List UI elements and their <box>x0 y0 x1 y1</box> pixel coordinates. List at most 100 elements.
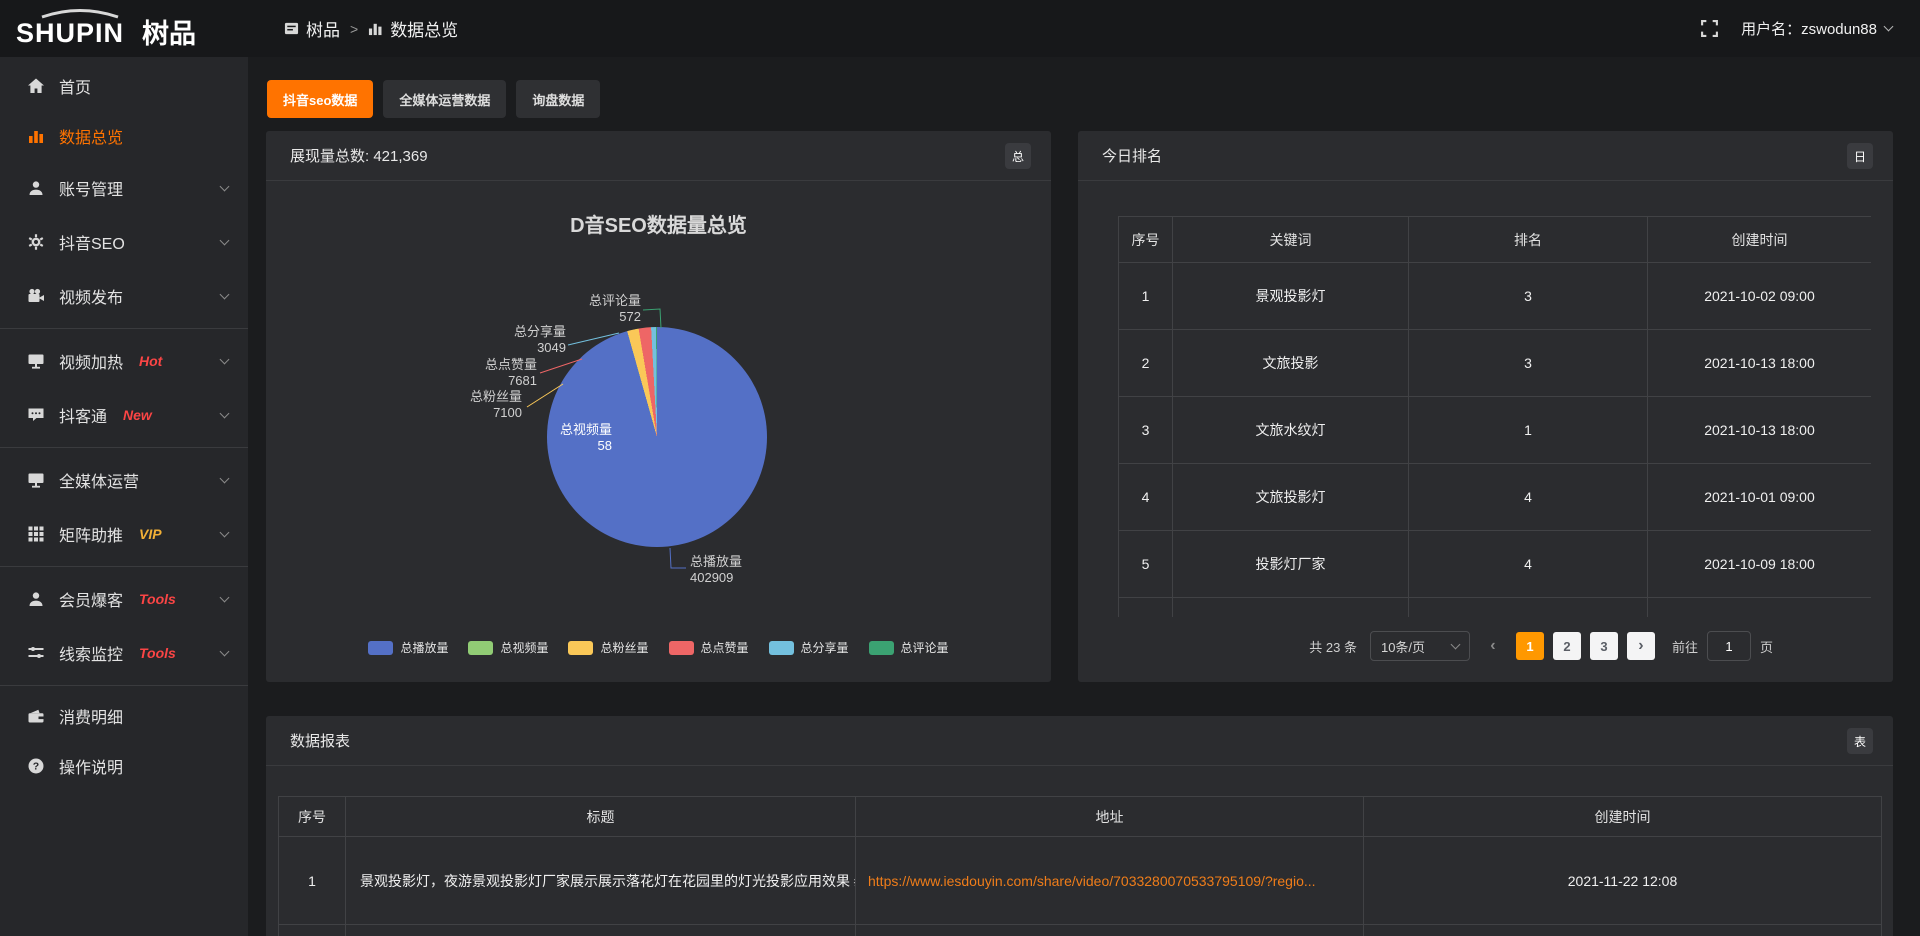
table-row[interactable]: 1景观投影灯32021-10-02 09:00 <box>1119 263 1872 330</box>
col-rank: 排名 <box>1409 217 1648 263</box>
sidebar-divider <box>0 685 248 686</box>
breadcrumb-root[interactable]: 树品 <box>284 16 340 41</box>
legend-item-fans[interactable]: 总粉丝量 <box>568 639 648 656</box>
sidebar-item-home[interactable]: 首页 <box>0 61 248 111</box>
page-button-2[interactable]: 2 <box>1553 632 1581 660</box>
sidebar-item-matrix-boost[interactable]: 矩阵助推 VIP <box>0 507 248 561</box>
page-button-1[interactable]: 1 <box>1516 632 1544 660</box>
doc-icon <box>284 21 299 36</box>
fullscreen-icon[interactable] <box>1700 19 1719 38</box>
goto-label: 前往 <box>1672 637 1698 656</box>
overview-panel-header: 展现量总数: 421,369 总 <box>266 131 1051 181</box>
pagination-total: 共 23 条 <box>1309 637 1357 656</box>
table-header-row: 序号 关键词 排名 创建时间 <box>1119 217 1872 263</box>
monitor-icon <box>26 352 45 371</box>
legend-swatch <box>769 641 794 655</box>
goto-page-input[interactable] <box>1707 631 1751 661</box>
legend-swatch <box>368 641 393 655</box>
legend-item-likes[interactable]: 总点赞量 <box>669 639 749 656</box>
breadcrumb-separator: > <box>350 21 358 37</box>
sidebar-item-clue-monitor[interactable]: 线索监控 Tools <box>0 626 248 680</box>
svg-text:?: ? <box>32 761 38 773</box>
table-row[interactable]: 2文旅投影32021-10-13 18:00 <box>1119 330 1872 397</box>
legend-swatch <box>568 641 593 655</box>
pie-label-shares: 总分享量3049 <box>466 324 566 356</box>
report-table: 序号 标题 地址 创建时间 1 景观投影灯，夜游景观投影灯厂家展示展示落花灯在花… <box>278 796 1881 936</box>
grid-icon <box>26 525 45 544</box>
sidebar-item-video-heat[interactable]: 视频加热 Hot <box>0 334 248 388</box>
col-created: 创建时间 <box>1364 797 1882 837</box>
chevron-down-icon <box>220 527 230 537</box>
chart-legend: 总播放量 总视频量 总粉丝量 总点赞量 总分享量 总评论量 <box>266 639 1051 656</box>
legend-item-videos[interactable]: 总视频量 <box>468 639 548 656</box>
col-keyword: 关键词 <box>1173 217 1409 263</box>
next-page-button[interactable]: › <box>1627 632 1655 660</box>
sidebar-item-data-overview[interactable]: 数据总览 <box>0 111 248 161</box>
table-row[interactable]: 1 景观投影灯，夜游景观投影灯厂家展示展示落花灯在花园里的灯光投影应用效果 # … <box>279 837 1882 925</box>
chevron-down-icon <box>1884 22 1894 32</box>
user-icon <box>26 590 45 609</box>
video-link[interactable]: https://www.iesdouyin.com/share/video/70… <box>856 837 1364 925</box>
ranking-panel: 今日排名 日 序号 关键词 排名 创建时间 1景观投影灯32021-10-02 … <box>1078 131 1893 682</box>
pie-label-fans: 总粉丝量7100 <box>422 389 522 421</box>
prev-page-button[interactable]: ‹ <box>1479 632 1507 660</box>
report-title: 数据报表 <box>290 730 350 751</box>
user-menu[interactable]: 用户名：zswodun88 <box>1741 18 1892 39</box>
report-panel-header: 数据报表 表 <box>266 716 1893 766</box>
breadcrumb: 树品 > 数据总览 <box>284 0 458 57</box>
page-size-select[interactable]: 10条/页 <box>1370 631 1470 661</box>
day-view-button[interactable]: 日 <box>1847 143 1873 169</box>
tools-badge: Tools <box>139 645 176 661</box>
legend-item-plays[interactable]: 总播放量 <box>368 639 448 656</box>
sidebar-divider <box>0 328 248 329</box>
sliders-icon <box>26 644 45 663</box>
chevron-down-icon <box>220 408 230 418</box>
col-index: 序号 <box>279 797 346 837</box>
tab-inquiry-data[interactable]: 询盘数据 <box>516 80 600 118</box>
sidebar-item-member[interactable]: 会员爆客 Tools <box>0 572 248 626</box>
sidebar-item-douketong[interactable]: 抖客通 New <box>0 388 248 442</box>
legend-item-comments[interactable]: 总评论量 <box>869 639 949 656</box>
video-title: 景观投影灯，夜游景观投影灯厂家展示展示落花灯在花园里的灯光投影应用效果 # <box>346 837 856 925</box>
chat-bubble-icon <box>26 406 45 425</box>
breadcrumb-current-label: 数据总览 <box>390 16 458 41</box>
breadcrumb-current[interactable]: 数据总览 <box>368 16 458 41</box>
breadcrumb-root-label: 树品 <box>306 16 340 41</box>
sidebar-item-consumption[interactable]: 消费明细 <box>0 691 248 741</box>
total-view-button[interactable]: 总 <box>1005 143 1031 169</box>
movie-camera-icon <box>26 287 45 306</box>
ranking-title: 今日排名 <box>1102 145 1162 166</box>
table-row[interactable]: 4文旅投影灯42021-10-01 09:00 <box>1119 464 1872 531</box>
sidebar-divider <box>0 566 248 567</box>
logo-arc <box>42 11 118 18</box>
ranking-panel-header: 今日排名 日 <box>1078 131 1893 181</box>
pie-leader-lines <box>266 181 1051 682</box>
legend-item-shares[interactable]: 总分享量 <box>769 639 849 656</box>
table-row[interactable]: 3文旅水纹灯12021-10-13 18:00 <box>1119 397 1872 464</box>
table-header-row: 序号 标题 地址 创建时间 <box>279 797 1882 837</box>
page-button-3[interactable]: 3 <box>1590 632 1618 660</box>
shupin-logo[interactable]: SHUPIN 树品 <box>14 8 248 50</box>
chevron-down-icon <box>220 289 230 299</box>
chevron-down-icon <box>220 181 230 191</box>
tab-media-ops-data[interactable]: 全媒体运营数据 <box>383 80 506 118</box>
bar-chart-icon <box>26 127 45 146</box>
pagination: 共 23 条 10条/页 ‹ 1 2 3 › 前往 页 <box>1309 631 1773 661</box>
chevron-down-icon <box>220 646 230 656</box>
table-view-button[interactable]: 表 <box>1847 728 1873 754</box>
pie-label-plays: 总播放量402909 <box>690 554 790 586</box>
ranking-table: 序号 关键词 排名 创建时间 1景观投影灯32021-10-02 09:00 2… <box>1118 216 1871 617</box>
tab-douyin-seo-data[interactable]: 抖音seo数据 <box>267 80 373 118</box>
sidebar-item-douyin-seo[interactable]: 抖音SEO <box>0 215 248 269</box>
sidebar-item-video-publish[interactable]: 视频发布 <box>0 269 248 323</box>
impressions-total: 展现量总数: 421,369 <box>290 145 428 166</box>
topbar: SHUPIN 树品 树品 > 数据总览 用户名：zswodun88 <box>0 0 1920 57</box>
col-index: 序号 <box>1119 217 1173 263</box>
pie-label-likes: 总点赞量7681 <box>437 357 537 389</box>
table-row[interactable]: 5投影灯厂家42021-10-09 18:00 <box>1119 531 1872 598</box>
sidebar-item-media-ops[interactable]: 全媒体运营 <box>0 453 248 507</box>
sidebar-item-instructions[interactable]: ? 操作说明 <box>0 741 248 791</box>
sidebar-item-account[interactable]: 账号管理 <box>0 161 248 215</box>
vip-badge: VIP <box>139 526 162 542</box>
new-badge: New <box>123 407 152 423</box>
